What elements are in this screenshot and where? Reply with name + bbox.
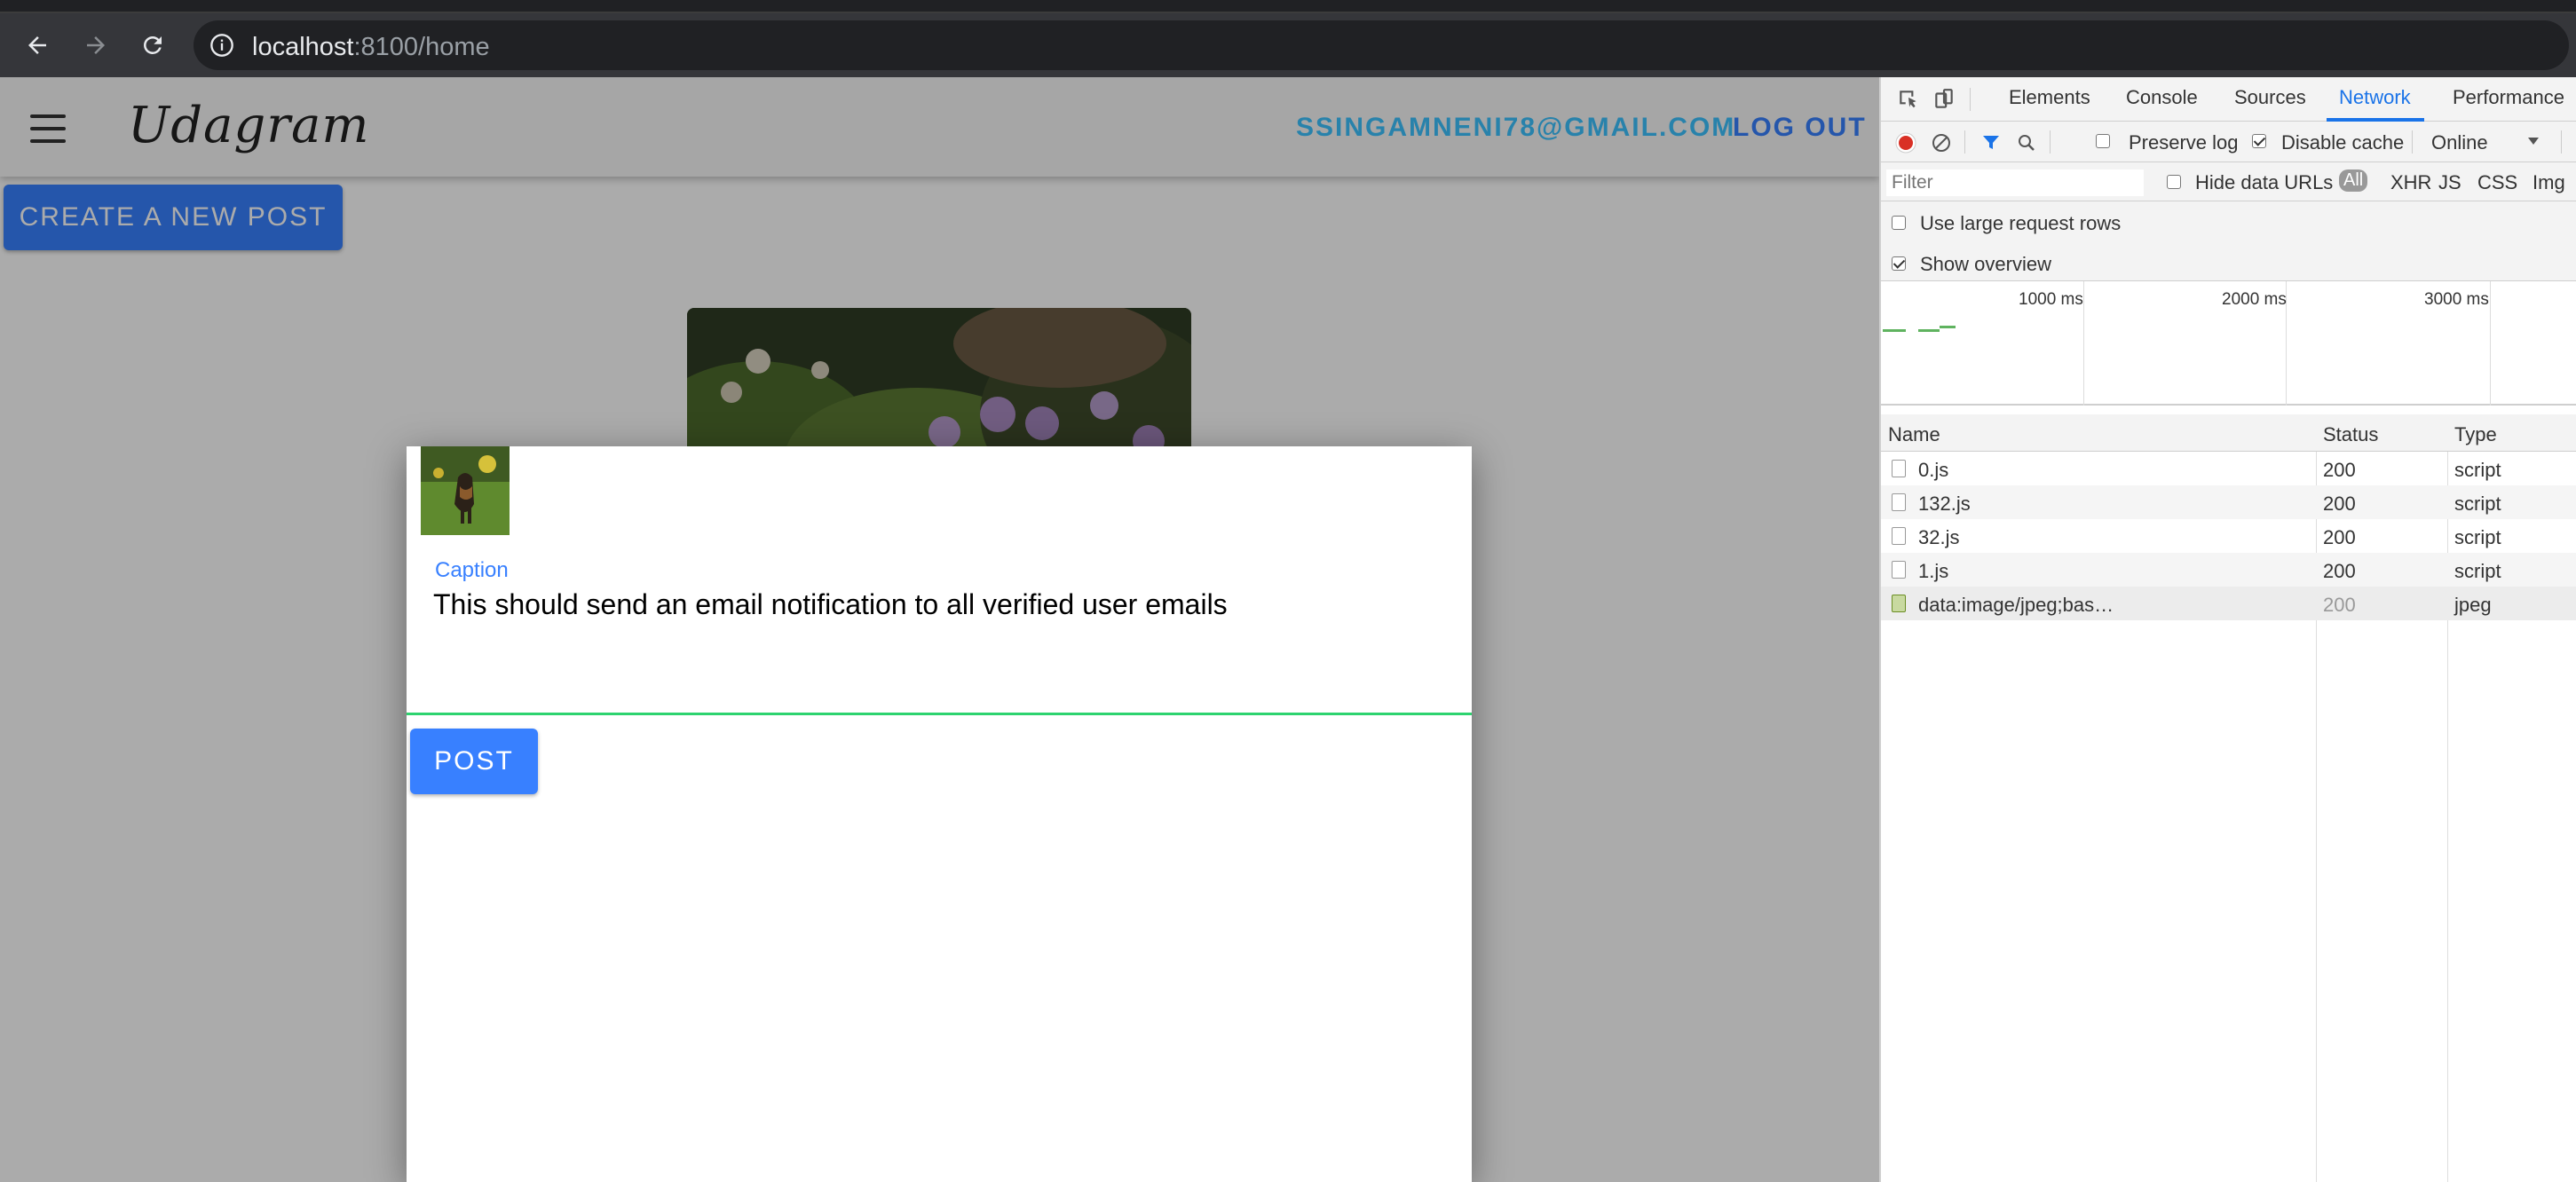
clear-icon[interactable]	[1931, 132, 1952, 154]
overview-bar	[1940, 326, 1956, 328]
overview-tick: 3000 ms	[2424, 290, 2489, 309]
request-name: 132.js	[1918, 492, 1971, 515]
column-header-type[interactable]: Type	[2454, 423, 2497, 446]
reload-icon	[144, 36, 162, 54]
file-icon	[1892, 493, 1906, 511]
address-bar[interactable]: localhost:8100/home	[194, 20, 2569, 70]
request-name: 32.js	[1918, 526, 1960, 548]
disable-cache-checkbox[interactable]	[2252, 134, 2266, 148]
show-overview-checkbox[interactable]	[1892, 256, 1906, 271]
filter-input[interactable]	[1886, 169, 2144, 196]
type-filter-js[interactable]: JS	[2438, 171, 2461, 194]
column-header-status[interactable]: Status	[2323, 423, 2378, 446]
table-row[interactable]: 0.js 200 script	[1881, 452, 2576, 485]
inspect-element-icon[interactable]	[1897, 88, 1920, 111]
record-icon[interactable]	[1895, 132, 1916, 154]
request-type: script	[2454, 560, 2501, 582]
tab-sources[interactable]: Sources	[2234, 86, 2306, 109]
device-toolbar-icon[interactable]	[1932, 88, 1956, 111]
network-settings: Use large request rows Show overview	[1881, 201, 2576, 281]
arrow-left-icon	[28, 36, 46, 54]
upload-preview-thumbnail	[421, 446, 510, 535]
filter-bar: Hide data URLs All XHR JS CSS Img	[1881, 162, 2576, 201]
request-status: 200	[2323, 492, 2356, 515]
table-row[interactable]: 132.js 200 script	[1881, 485, 2576, 519]
caption-input[interactable]	[433, 578, 1463, 631]
chevron-down-icon[interactable]	[2527, 136, 2540, 146]
tab-console[interactable]: Console	[2126, 86, 2198, 109]
overview-bar	[1918, 329, 1940, 332]
page-viewport: Udagram SSINGAMNENI78@GMAIL.COM LOG OUT …	[0, 77, 1879, 1182]
devtools-panel: Elements Console Sources Network Perform…	[1879, 77, 2576, 1182]
file-icon	[1892, 527, 1906, 545]
request-type: script	[2454, 526, 2501, 548]
tab-performance[interactable]: Performance	[2453, 86, 2564, 109]
url-text: localhost:8100/home	[252, 33, 490, 62]
url-path: :8100/home	[353, 33, 490, 61]
forward-button[interactable]	[78, 28, 114, 63]
network-toolbar: Preserve log Disable cache Online	[1881, 122, 2576, 162]
network-request-table: Name Status Type 0.js 200 script 132.js …	[1881, 414, 2576, 1182]
request-status: 200	[2323, 526, 2356, 548]
tab-network[interactable]: Network	[2339, 86, 2411, 109]
devtools-tab-bar: Elements Console Sources Network Perform…	[1881, 77, 2576, 122]
request-status: 200	[2323, 594, 2356, 616]
request-status: 200	[2323, 560, 2356, 582]
overview-bar	[1883, 329, 1906, 332]
table-header: Name Status Type	[1881, 414, 2576, 452]
show-overview-label: Show overview	[1920, 253, 2051, 275]
table-row[interactable]: data:image/jpeg;bas… 200 jpeg	[1881, 587, 2576, 620]
hide-data-urls-checkbox[interactable]	[2167, 175, 2181, 189]
request-name: 1.js	[1918, 560, 1949, 582]
type-filter-img[interactable]: Img	[2533, 171, 2565, 194]
filter-icon[interactable]	[1980, 132, 2002, 154]
network-overview: 1000 ms 2000 ms 3000 ms	[1881, 281, 2576, 406]
overview-tick: 2000 ms	[2222, 290, 2287, 309]
info-icon[interactable]	[209, 33, 234, 58]
url-host: localhost	[252, 33, 354, 61]
image-file-icon	[1892, 595, 1906, 612]
request-type: jpeg	[2454, 594, 2492, 616]
request-name: data:image/jpeg;bas…	[1918, 594, 2114, 616]
overview-tick: 1000 ms	[2019, 290, 2083, 309]
request-name: 0.js	[1918, 459, 1949, 481]
caption-underline	[407, 713, 1472, 715]
file-icon	[1892, 561, 1906, 579]
type-filter-xhr[interactable]: XHR	[2390, 171, 2431, 194]
table-row[interactable]: 1.js 200 script	[1881, 553, 2576, 587]
type-filter-css[interactable]: CSS	[2477, 171, 2517, 194]
tab-elements[interactable]: Elements	[2009, 86, 2090, 109]
request-type: script	[2454, 492, 2501, 515]
search-icon[interactable]	[2016, 132, 2037, 154]
arrow-right-icon	[87, 36, 105, 54]
preserve-log-checkbox[interactable]	[2096, 134, 2110, 148]
back-button[interactable]	[20, 28, 55, 63]
disable-cache-label: Disable cache	[2281, 131, 2405, 154]
request-type: script	[2454, 459, 2501, 481]
hide-data-urls-label: Hide data URLs	[2195, 171, 2334, 193]
type-filter-all[interactable]: All	[2339, 169, 2368, 192]
request-status: 200	[2323, 459, 2356, 481]
large-rows-label: Use large request rows	[1920, 212, 2122, 234]
file-icon	[1892, 460, 1906, 477]
browser-toolbar: localhost:8100/home	[0, 13, 2576, 77]
column-header-name[interactable]: Name	[1888, 423, 1940, 446]
large-rows-checkbox[interactable]	[1892, 216, 1906, 230]
throttle-select[interactable]: Online	[2431, 131, 2488, 154]
reload-button[interactable]	[135, 28, 170, 63]
create-post-modal: Caption POST	[407, 446, 1472, 1182]
post-button[interactable]: POST	[410, 729, 538, 794]
tab-strip	[0, 0, 2576, 13]
table-row[interactable]: 32.js 200 script	[1881, 519, 2576, 553]
preserve-log-label: Preserve log	[2129, 131, 2239, 154]
